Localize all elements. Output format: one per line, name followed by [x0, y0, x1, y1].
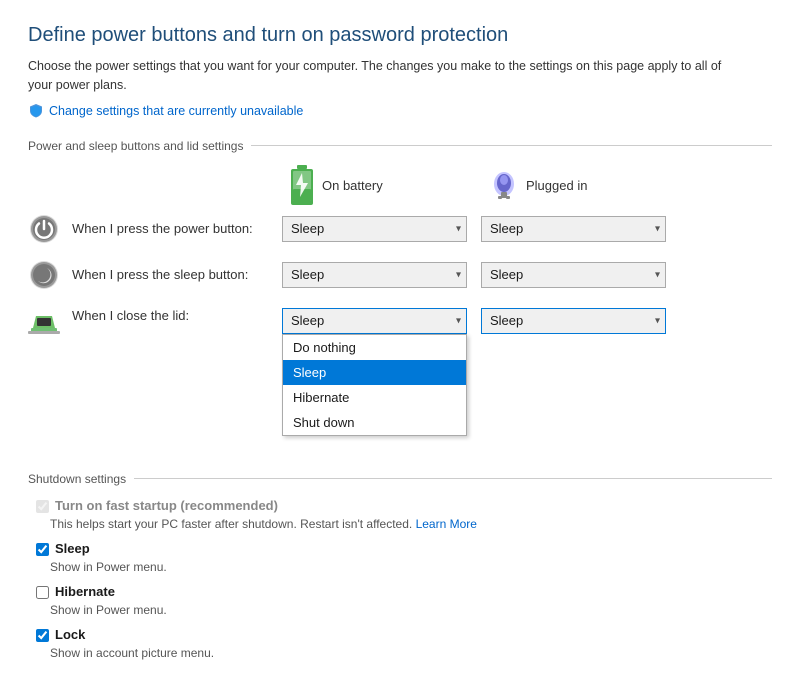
battery-column-header: On battery: [288, 165, 488, 207]
lid-battery-select[interactable]: Sleep: [282, 308, 467, 334]
sleep-button-icon: [28, 259, 60, 291]
plug-icon: [488, 170, 520, 202]
power-plugged-select[interactable]: Sleep Do nothing Hibernate Shut down: [481, 216, 666, 242]
hibernate-checkbox-row: Hibernate: [36, 584, 772, 599]
fast-startup-row: Turn on fast startup (recommended): [36, 498, 772, 513]
lid-icon: [28, 310, 60, 342]
sleep-battery-select-wrapper: Sleep Do nothing Hibernate Shut down ▾: [282, 262, 467, 288]
page-description: Choose the power settings that you want …: [28, 57, 748, 95]
learn-more-link[interactable]: Learn More: [416, 517, 477, 531]
power-sleep-section-label: Power and sleep buttons and lid settings: [28, 139, 243, 153]
plugged-column-header: Plugged in: [488, 165, 688, 207]
lid-battery-select-wrapper: Sleep ▾: [282, 308, 467, 334]
page-title: Define power buttons and turn on passwor…: [28, 24, 772, 47]
sleep-plugged-select[interactable]: Sleep Do nothing Hibernate Shut down: [481, 262, 666, 288]
lock-checkbox-row: Lock: [36, 627, 772, 642]
fast-startup-desc: This helps start your PC faster after sh…: [50, 517, 772, 531]
lid-label: When I close the lid:: [72, 308, 282, 323]
lid-plugged-select-wrapper: Sleep Do nothing Hibernate Shut down ▾: [481, 308, 666, 334]
sleep-checkbox-row: Sleep: [36, 541, 772, 556]
power-button-icon: [28, 213, 60, 245]
dropdown-hibernate[interactable]: Hibernate: [283, 385, 466, 410]
plugged-column-label: Plugged in: [526, 178, 587, 193]
lid-battery-dropdown-container: Sleep ▾ Do nothing Sleep Hibernate Shut …: [282, 308, 481, 334]
hibernate-checkbox-label: Hibernate: [55, 584, 115, 599]
fast-startup-checkbox[interactable]: [36, 500, 49, 513]
sleep-plugged-select-wrapper: Sleep Do nothing Hibernate Shut down ▾: [481, 262, 666, 288]
sleep-battery-select[interactable]: Sleep Do nothing Hibernate Shut down: [282, 262, 467, 288]
lock-checkbox-desc: Show in account picture menu.: [50, 646, 772, 660]
hibernate-checkbox[interactable]: [36, 586, 49, 599]
sleep-button-row: When I press the sleep button: Sleep Do …: [28, 259, 772, 291]
dropdown-sleep[interactable]: Sleep: [283, 360, 466, 385]
sleep-checkbox[interactable]: [36, 543, 49, 556]
shutdown-divider: [134, 478, 772, 479]
lid-battery-dropdown-list: Do nothing Sleep Hibernate Shut down: [282, 334, 467, 436]
shield-icon: [28, 103, 44, 119]
shutdown-section-header: Shutdown settings: [28, 472, 772, 486]
power-battery-select-wrapper: Sleep Do nothing Hibernate Shut down ▾: [282, 216, 467, 242]
change-settings-label: Change settings that are currently unava…: [49, 104, 303, 118]
lid-row: When I close the lid: Sleep ▾ Do nothing…: [28, 305, 772, 342]
lock-checkbox[interactable]: [36, 629, 49, 642]
change-settings-link[interactable]: Change settings that are currently unava…: [28, 103, 303, 119]
lock-checkbox-label: Lock: [55, 627, 85, 642]
sleep-button-label: When I press the sleep button:: [72, 267, 282, 282]
power-sleep-section-header: Power and sleep buttons and lid settings: [28, 139, 772, 153]
fast-startup-label: Turn on fast startup (recommended): [55, 498, 278, 513]
hibernate-checkbox-desc: Show in Power menu.: [50, 603, 772, 617]
sleep-checkbox-label: Sleep: [55, 541, 90, 556]
dropdown-shut-down[interactable]: Shut down: [283, 410, 466, 435]
battery-icon: [288, 165, 316, 207]
power-button-row: When I press the power button: Sleep Do …: [28, 213, 772, 245]
sleep-checkbox-desc: Show in Power menu.: [50, 560, 772, 574]
section-divider: [251, 145, 772, 146]
shutdown-section-label: Shutdown settings: [28, 472, 126, 486]
battery-column-label: On battery: [322, 178, 383, 193]
power-button-label: When I press the power button:: [72, 221, 282, 236]
column-headers: On battery Plugged in: [288, 165, 772, 207]
lid-plugged-select[interactable]: Sleep Do nothing Hibernate Shut down: [481, 308, 666, 334]
dropdown-do-nothing[interactable]: Do nothing: [283, 335, 466, 360]
power-plugged-select-wrapper: Sleep Do nothing Hibernate Shut down ▾: [481, 216, 666, 242]
power-battery-select[interactable]: Sleep Do nothing Hibernate Shut down: [282, 216, 467, 242]
